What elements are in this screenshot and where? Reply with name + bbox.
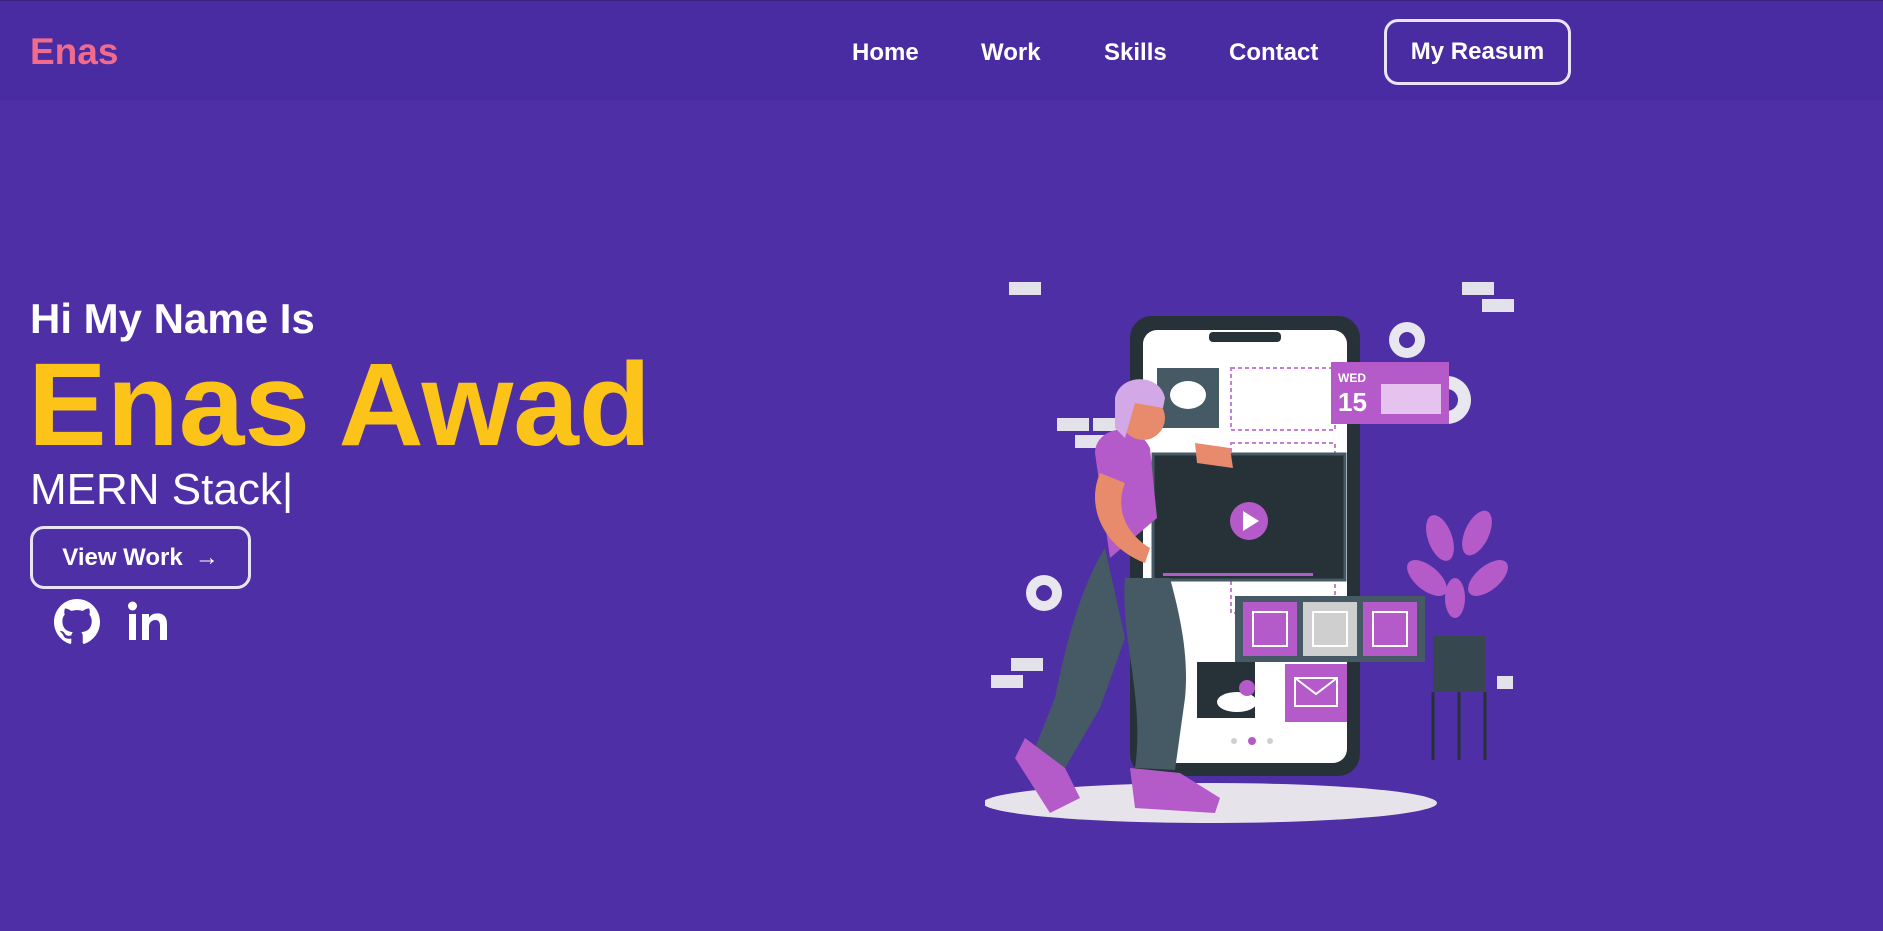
developer-phone-illustration: WED 15 <box>985 282 1514 823</box>
nav-work-link[interactable]: Work <box>981 39 1041 67</box>
nav-skills-link[interactable]: Skills <box>1104 39 1167 67</box>
logo[interactable]: Enas <box>30 31 118 73</box>
calendar-date: 15 <box>1338 387 1367 417</box>
hero-name: Enas Awad <box>28 339 652 471</box>
view-work-button[interactable]: View Work → <box>30 526 251 589</box>
arrow-right-icon: → <box>194 543 219 571</box>
hero-greeting: Hi My Name Is <box>30 295 315 342</box>
calendar-day: WED <box>1338 371 1366 385</box>
hero-role-typing: MERN Stack| <box>30 465 294 514</box>
resume-button[interactable]: My Reasum <box>1384 19 1571 85</box>
linkedin-icon[interactable] <box>126 599 170 648</box>
nav-contact-link[interactable]: Contact <box>1229 39 1318 67</box>
view-work-label: View Work <box>62 543 183 571</box>
nav-home-link[interactable]: Home <box>852 39 919 67</box>
navbar: Enas Home Work Skills Contact My Reasum <box>0 0 1883 100</box>
github-icon[interactable] <box>54 599 100 650</box>
